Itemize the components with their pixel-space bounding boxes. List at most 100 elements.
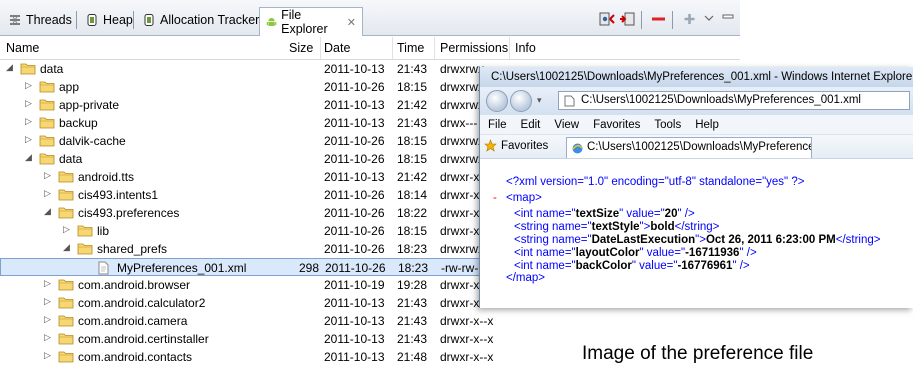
xml-entry-value: -16776961 [677, 260, 733, 272]
row-permissions: drwxrwx [440, 80, 484, 94]
xml-entry-key: backColor [575, 260, 632, 272]
forward-button[interactable] [510, 90, 532, 112]
expanded-arrow-icon[interactable]: ◢ [6, 62, 13, 73]
address-bar[interactable]: C:\Users\1002125\Downloads\MyPreferences… [558, 91, 910, 110]
row-time: 21:42 [397, 170, 428, 184]
xml-entry-open: <int name=" [514, 208, 576, 220]
row-time: 18:14 [397, 188, 428, 202]
row-date: 2011-10-26 [324, 188, 385, 202]
collapsed-arrow-icon[interactable]: ▷ [25, 134, 32, 145]
close-icon[interactable]: ✕ [347, 16, 356, 29]
row-date: 2011-10-13 [324, 296, 385, 310]
row-name: com.android.calculator2 [78, 296, 206, 310]
row-permissions: drwxr-x--x [440, 350, 494, 364]
folder-icon [20, 62, 36, 75]
row-name: com.android.camera [78, 314, 188, 328]
column-header-date[interactable]: Date [324, 41, 350, 55]
tab-threads[interactable]: Threads [2, 8, 78, 32]
row-date: 2011-10-26 [324, 80, 385, 94]
collapsed-arrow-icon[interactable]: ▷ [25, 98, 32, 109]
collapsed-arrow-icon[interactable]: ▷ [44, 314, 51, 325]
address-text: C:\Users\1002125\Downloads\MyPreferences… [581, 94, 861, 106]
folder-icon [58, 278, 74, 291]
row-name: cis493.intents1 [78, 188, 159, 202]
folder-icon [58, 350, 74, 363]
collapsed-arrow-icon[interactable]: ▷ [25, 80, 32, 91]
collapsed-arrow-icon[interactable]: ▷ [44, 350, 51, 361]
menu-favorites[interactable]: Favorites [593, 119, 640, 131]
caption-text: Image of the preference file [582, 343, 814, 364]
menu-edit[interactable]: Edit [521, 119, 541, 131]
delete-icon[interactable] [650, 11, 667, 27]
pull-file-icon[interactable] [598, 11, 615, 27]
row-permissions: -rw-rw- [441, 261, 479, 275]
xml-entry-mid: " value=" [619, 208, 665, 220]
new-folder-icon[interactable] [681, 11, 698, 27]
row-name: data [40, 62, 64, 76]
row-time: 18:23 [398, 261, 429, 275]
ie-window: C:\Users\1002125\Downloads\MyPreferences… [479, 67, 913, 308]
row-date: 2011-10-26 [324, 242, 385, 256]
tab-allocation-tracker[interactable]: Allocation Tracker [136, 8, 265, 32]
push-file-icon[interactable] [619, 11, 636, 27]
tab-allocation-tracker-label: Allocation Tracker [160, 13, 260, 27]
collapsed-arrow-icon[interactable]: ▷ [44, 278, 51, 289]
column-header-info[interactable]: Info [515, 41, 536, 55]
xml-entry-value: Oct 26, 2011 6:23:00 PM [705, 234, 836, 246]
allocation-icon [144, 14, 154, 26]
row-time: 18:15 [397, 134, 428, 148]
row-time: 18:15 [397, 152, 428, 166]
xml-collapse-toggle[interactable]: - [493, 192, 497, 204]
minimize-icon[interactable] [721, 11, 735, 27]
expanded-arrow-icon[interactable]: ◢ [63, 242, 70, 253]
row-permissions: drwxr-x- [440, 170, 484, 184]
row-name: app-private [59, 98, 120, 112]
collapsed-arrow-icon[interactable]: ▷ [63, 224, 70, 235]
row-date: 2011-10-26 [325, 261, 386, 275]
menu-view[interactable]: View [554, 119, 579, 131]
column-header-size[interactable]: Size [289, 41, 313, 55]
row-permissions: drwx--- [440, 116, 478, 130]
folder-icon [39, 80, 55, 93]
expanded-arrow-icon[interactable]: ◢ [44, 206, 51, 217]
row-name: shared_prefs [97, 242, 168, 256]
ie-browser-tab[interactable]: C:\Users\1002125\Downloads\MyPreferences… [566, 137, 812, 158]
view-menu-icon[interactable] [703, 11, 715, 27]
folder-icon [39, 98, 55, 111]
xml-entry-open: <string name=" [514, 221, 592, 233]
row-name: dalvik-cache [59, 134, 126, 148]
menu-help[interactable]: Help [695, 119, 719, 131]
column-header-name[interactable]: Name [6, 41, 39, 55]
column-header-permissions[interactable]: Permissions [440, 41, 508, 55]
tab-heap[interactable]: Heap [79, 8, 139, 32]
row-date: 2011-10-13 [324, 170, 385, 184]
collapsed-arrow-icon[interactable]: ▷ [25, 116, 32, 127]
row-permissions: drwxrwx [440, 98, 484, 112]
expanded-arrow-icon[interactable]: ◢ [25, 152, 32, 163]
row-permissions: drwxrwx [440, 134, 484, 148]
xml-entry: <int name="backColor" value="-16776961" … [514, 260, 750, 272]
row-time: 18:23 [397, 242, 428, 256]
favorites-button[interactable]: Favorites [484, 139, 548, 152]
row-permissions: drwxrwx [440, 152, 484, 166]
collapsed-arrow-icon[interactable]: ▷ [44, 170, 51, 181]
collapsed-arrow-icon[interactable]: ▷ [44, 296, 51, 307]
ie-favorites-bar: Favorites C:\Users\1002125\Downloads\MyP… [480, 135, 913, 159]
tab-file-explorer[interactable]: File Explorer ✕ [259, 7, 363, 36]
collapsed-arrow-icon[interactable]: ▷ [44, 188, 51, 199]
row-time: 21:43 [397, 116, 428, 130]
row-permissions: drwxrwx [440, 242, 484, 256]
row-date: 2011-10-19 [324, 278, 385, 292]
collapsed-arrow-icon[interactable]: ▷ [44, 332, 51, 343]
back-button[interactable] [486, 90, 508, 112]
column-header-time[interactable]: Time [397, 41, 424, 55]
recent-pages-icon[interactable]: ▾ [537, 95, 542, 106]
folder-row[interactable]: ▷ com.android.camera 2011-10-13 21:43 drwxr-… [0, 312, 740, 330]
row-permissions: drwxr-xr [440, 224, 484, 238]
menu-tools[interactable]: Tools [654, 119, 681, 131]
toolbar-divider [641, 11, 642, 29]
menu-file[interactable]: File [488, 119, 507, 131]
tab-threads-label: Threads [26, 13, 72, 27]
tab-file-explorer-label: File Explorer [281, 8, 328, 36]
ie-title-text: C:\Users\1002125\Downloads\MyPreferences… [491, 71, 913, 83]
